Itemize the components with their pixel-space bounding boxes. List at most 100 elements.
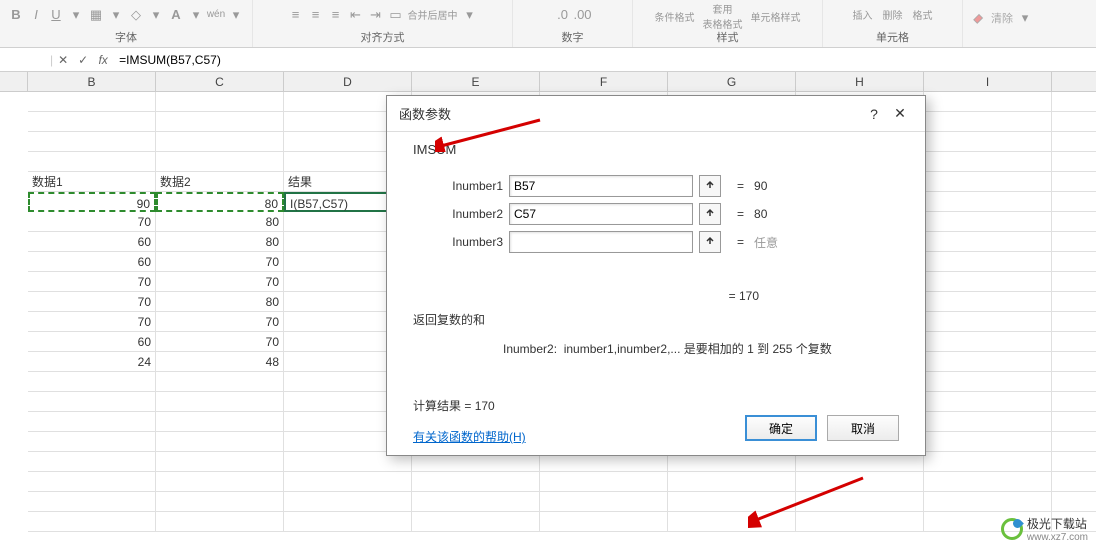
delete-button[interactable]: 删除 (883, 7, 903, 22)
cell[interactable]: 70 (156, 312, 284, 332)
equals-label: = (737, 179, 744, 193)
cell[interactable]: 60 (28, 332, 156, 352)
align-center-icon[interactable]: ≡ (308, 7, 324, 23)
cell[interactable]: 80 (156, 292, 284, 312)
formula-bar: | ✕ ✓ fx (0, 48, 1096, 72)
accept-formula-icon[interactable]: ✓ (73, 48, 93, 71)
clear-button[interactable]: 清除 (991, 10, 1013, 26)
function-name-label: IMSUM (413, 142, 899, 157)
ribbon-group-font: B I U ▾ ▦ ▾ ◇ ▾ A ▾ wén ▾ 字体 (0, 0, 253, 47)
ribbon-group-cells: 插入 删除 格式 单元格 (823, 0, 963, 47)
cell[interactable]: 70 (28, 312, 156, 332)
italic-icon[interactable]: I (28, 7, 44, 23)
border-icon[interactable]: ▦ (88, 7, 104, 23)
conditional-formatting-button[interactable]: 条件格式 (655, 9, 695, 24)
cell[interactable]: 90 (28, 192, 156, 212)
bold-icon[interactable]: B (8, 7, 24, 23)
dropdown-icon[interactable]: ▾ (1017, 10, 1033, 26)
increase-decimal-icon[interactable]: .00 (575, 7, 591, 23)
arg3-result: 任意 (754, 234, 778, 251)
collapse-dialog-icon[interactable] (699, 203, 721, 225)
col-header[interactable]: D (284, 72, 412, 91)
cell-header[interactable]: 数据1 (28, 172, 156, 192)
col-header[interactable]: E (412, 72, 540, 91)
format-as-table-button[interactable]: 套用 表格格式 (703, 1, 743, 31)
decrease-decimal-icon[interactable]: .0 (555, 7, 571, 23)
underline-icon[interactable]: U (48, 7, 64, 23)
cancel-formula-icon[interactable]: ✕ (53, 48, 73, 71)
dropdown-icon[interactable]: ▾ (108, 7, 124, 23)
format-button[interactable]: 格式 (913, 7, 933, 22)
dropdown-icon[interactable]: ▾ (188, 7, 204, 23)
name-box[interactable] (0, 48, 50, 71)
dialog-title: 函数参数 (399, 104, 861, 123)
cell[interactable]: 60 (28, 232, 156, 252)
dropdown-icon[interactable]: ▾ (68, 7, 84, 23)
eraser-icon[interactable] (971, 10, 987, 26)
col-header[interactable]: I (924, 72, 1052, 91)
col-header[interactable]: B (28, 72, 156, 91)
cell-styles-button[interactable]: 单元格样式 (751, 9, 801, 24)
align-left-icon[interactable]: ≡ (288, 7, 304, 23)
col-header[interactable]: F (540, 72, 668, 91)
help-icon[interactable]: ? (861, 101, 887, 127)
phonetic-icon[interactable]: wén (208, 7, 224, 23)
merge-icon[interactable]: ▭ (388, 7, 404, 23)
cell[interactable]: 80 (156, 212, 284, 232)
dropdown-icon[interactable]: ▾ (148, 7, 164, 23)
ribbon-group-alignment: ≡ ≡ ≡ ⇤ ⇥ ▭ 合并后居中 ▾ 对齐方式 (253, 0, 513, 47)
cell[interactable]: 24 (28, 352, 156, 372)
select-all-corner[interactable] (0, 72, 28, 92)
align-right-icon[interactable]: ≡ (328, 7, 344, 23)
watermark: 极光下载站 www.xz7.com (1001, 515, 1088, 543)
cell[interactable]: 70 (156, 252, 284, 272)
indent-increase-icon[interactable]: ⇥ (368, 7, 384, 23)
arg1-result: 90 (754, 179, 767, 193)
indent-decrease-icon[interactable]: ⇤ (348, 7, 364, 23)
col-header[interactable]: J (1052, 72, 1096, 91)
col-header[interactable]: H (796, 72, 924, 91)
cell[interactable]: 60 (28, 252, 156, 272)
col-header[interactable]: C (156, 72, 284, 91)
cell[interactable]: 70 (156, 332, 284, 352)
watermark-logo-icon (1001, 518, 1023, 540)
arg1-label: Inumber1 (429, 179, 503, 193)
cell[interactable]: 80 (156, 192, 284, 212)
merge-cells-button[interactable]: 合并后居中 (408, 7, 458, 22)
fx-icon[interactable]: fx (93, 48, 113, 71)
arg1-input[interactable] (509, 175, 693, 197)
function-description: 返回复数的和 (413, 311, 899, 328)
cell[interactable]: 70 (28, 292, 156, 312)
dialog-titlebar[interactable]: 函数参数 ? ✕ (387, 96, 925, 132)
formula-input[interactable] (113, 48, 1088, 71)
fill-color-icon[interactable]: ◇ (128, 7, 144, 23)
cancel-button[interactable]: 取消 (827, 415, 899, 441)
ribbon-label-number: 数字 (562, 29, 584, 47)
cell[interactable]: 70 (28, 212, 156, 232)
collapse-dialog-icon[interactable] (699, 231, 721, 253)
cell[interactable]: 70 (28, 272, 156, 292)
equals-label: = (737, 207, 744, 221)
arg3-label: Inumber3 (429, 235, 503, 249)
ribbon-label-styles: 样式 (717, 29, 739, 47)
cell[interactable]: 80 (156, 232, 284, 252)
close-icon[interactable]: ✕ (887, 101, 913, 127)
col-header[interactable]: G (668, 72, 796, 91)
insert-button[interactable]: 插入 (853, 7, 873, 22)
collapse-dialog-icon[interactable] (699, 175, 721, 197)
cell[interactable]: 48 (156, 352, 284, 372)
ribbon-label-cells: 单元格 (876, 29, 909, 47)
arg2-result: 80 (754, 207, 767, 221)
function-help-link[interactable]: 有关该函数的帮助(H) (413, 430, 526, 444)
formula-result-label: = 170 (413, 289, 899, 303)
cell-header[interactable]: 数据2 (156, 172, 284, 192)
dropdown-icon[interactable]: ▾ (462, 7, 478, 23)
ok-button[interactable]: 确定 (745, 415, 817, 441)
dropdown-icon[interactable]: ▾ (228, 7, 244, 23)
arg3-input[interactable] (509, 231, 693, 253)
argument-description: Inumber2: inumber1,inumber2,... 是要相加的 1 … (503, 340, 899, 357)
cell[interactable]: 70 (156, 272, 284, 292)
ribbon: B I U ▾ ▦ ▾ ◇ ▾ A ▾ wén ▾ 字体 ≡ ≡ ≡ ⇤ ⇥ ▭… (0, 0, 1096, 48)
arg2-input[interactable] (509, 203, 693, 225)
font-color-icon[interactable]: A (168, 7, 184, 23)
